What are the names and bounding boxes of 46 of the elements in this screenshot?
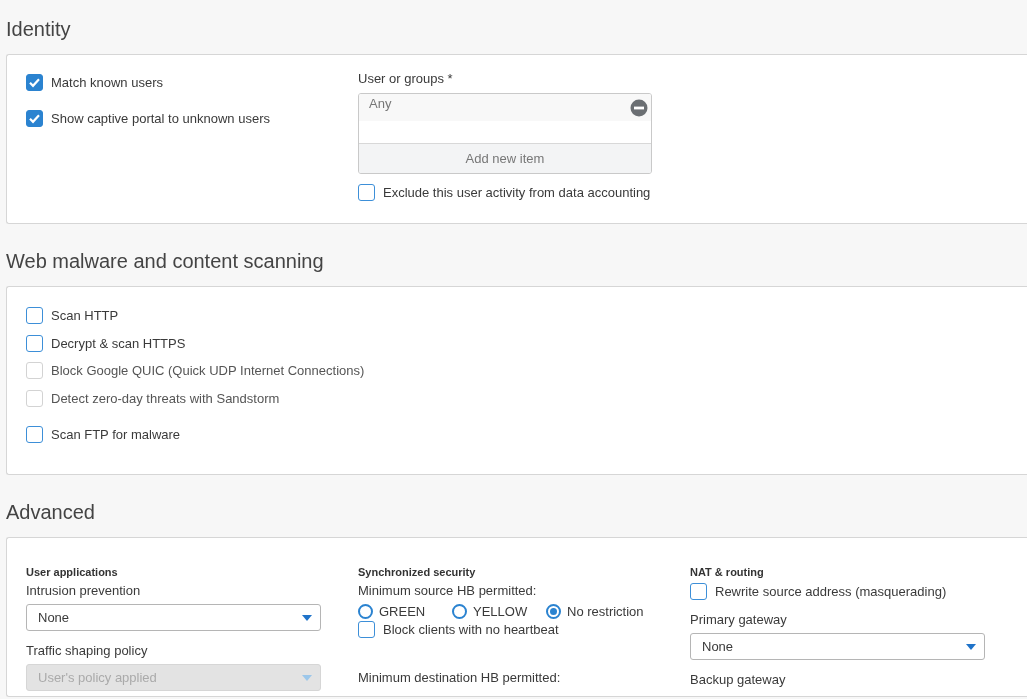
radio-label: GREEN xyxy=(379,604,426,619)
radio-button[interactable] xyxy=(452,604,467,619)
checkbox[interactable] xyxy=(690,583,707,600)
column-heading: User applications xyxy=(26,566,119,579)
field-label: Primary gateway xyxy=(690,612,788,628)
add-item-button[interactable]: Add new item xyxy=(359,143,651,173)
checkbox-label: Match known users xyxy=(51,74,163,91)
dropdown[interactable]: None xyxy=(26,604,321,631)
radio-label: YELLOW xyxy=(473,604,528,619)
user-list-field[interactable]: Any Add new item xyxy=(358,93,652,174)
caret-icon xyxy=(302,674,312,681)
checkbox[interactable] xyxy=(358,621,375,638)
checkbox-label: Rewrite source address (masquerading) xyxy=(715,583,947,600)
section-title: Web malware and content scanning xyxy=(6,249,325,274)
section-title: Advanced xyxy=(6,500,96,525)
checkbox[interactable] xyxy=(26,110,43,127)
column-heading: NAT & routing xyxy=(690,566,765,579)
checkbox-label: Block Google QUIC (Quick UDP Internet Connections) xyxy=(51,362,365,379)
checkbox[interactable] xyxy=(26,425,43,443)
field-label: Minimum destination HB permitted: xyxy=(358,670,562,686)
checkbox[interactable] xyxy=(26,74,43,91)
checkbox-label: Scan HTTP xyxy=(51,307,119,324)
section-title: Identity xyxy=(6,17,72,42)
field-label: Backup gateway xyxy=(690,672,787,688)
checkbox-label: Exclude this user activity from data accounting xyxy=(383,184,651,201)
list-item[interactable]: Any xyxy=(369,96,392,112)
caret-icon xyxy=(302,614,312,621)
field-label: Minimum source HB permitted: xyxy=(358,583,538,599)
dropdown[interactable]: None xyxy=(690,633,985,660)
field-label: Intrusion prevention xyxy=(26,583,142,599)
field-label: Traffic shaping policy xyxy=(26,643,149,659)
field-label: User or groups * xyxy=(358,71,454,87)
checkbox-label: Scan FTP for malware xyxy=(51,425,181,443)
column-heading: Synchronized security xyxy=(358,566,477,579)
checkbox[interactable] xyxy=(26,307,43,324)
checkbox-label: Decrypt & scan HTTPS xyxy=(51,334,186,352)
caret-icon xyxy=(966,643,976,650)
checkbox[interactable] xyxy=(358,184,375,201)
checkbox-label: Block clients with no heartbeat xyxy=(383,621,559,638)
radio-button[interactable] xyxy=(358,604,373,619)
radio-label: No restriction xyxy=(567,604,644,619)
remove-icon[interactable] xyxy=(630,99,648,117)
radio-button[interactable] xyxy=(546,604,561,619)
checkbox[interactable] xyxy=(26,334,43,352)
checkbox-label: Detect zero-day threats with Sandstorm xyxy=(51,389,280,407)
checkbox-label: Show captive portal to unknown users xyxy=(51,110,270,127)
